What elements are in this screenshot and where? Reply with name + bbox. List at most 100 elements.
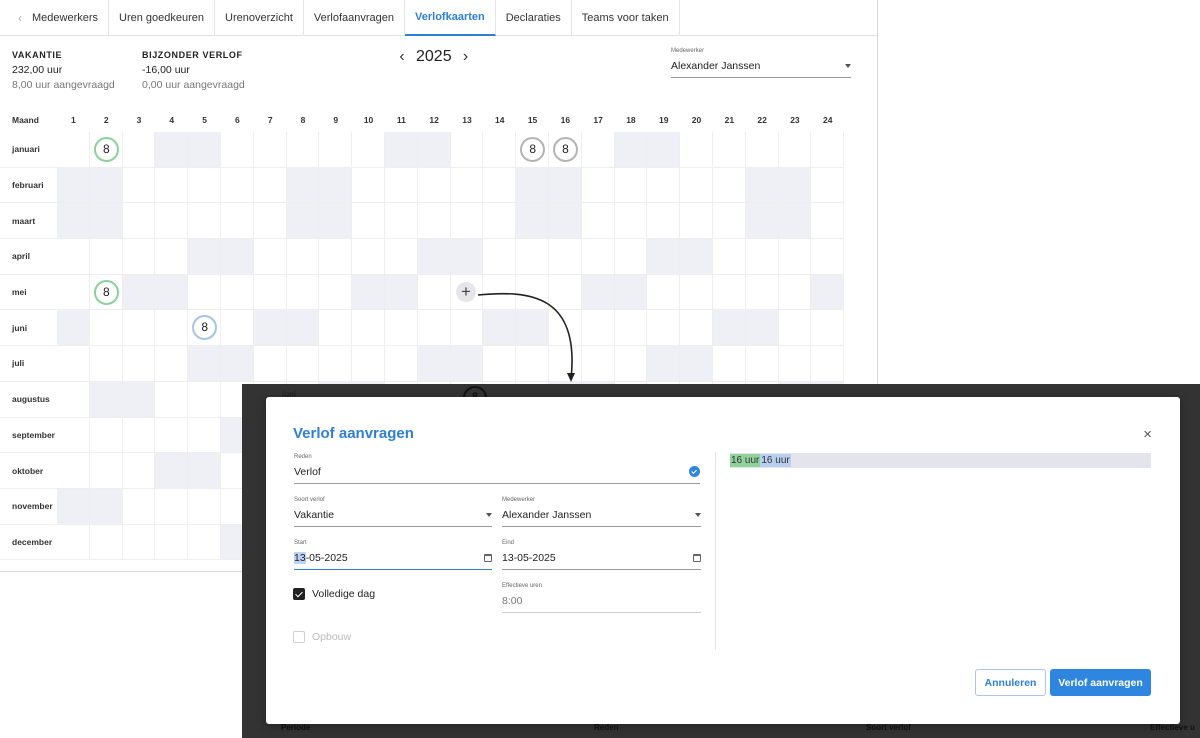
day-cell[interactable]	[778, 167, 812, 204]
day-cell[interactable]	[155, 167, 189, 204]
day-cell[interactable]	[89, 453, 123, 489]
day-cell[interactable]	[122, 346, 156, 382]
leave-entry-badge[interactable]: 8	[192, 315, 218, 341]
day-cell[interactable]	[155, 381, 189, 418]
day-cell[interactable]	[319, 167, 353, 204]
employee-select[interactable]: Alexander Janssen	[502, 508, 701, 527]
day-cell[interactable]	[220, 274, 254, 311]
day-cell[interactable]	[122, 167, 156, 204]
day-cell[interactable]	[614, 310, 648, 347]
day-cell[interactable]	[57, 274, 90, 311]
employee-filter[interactable]: Medewerker Alexander Janssen	[671, 48, 851, 78]
day-cell[interactable]	[680, 132, 713, 168]
leave-entry-badge[interactable]: 8	[552, 137, 578, 162]
day-cell[interactable]	[745, 274, 779, 311]
day-cell[interactable]	[548, 203, 582, 240]
day-cell[interactable]	[647, 167, 681, 204]
day-cell[interactable]	[352, 310, 385, 347]
day-cell[interactable]	[122, 488, 156, 525]
day-cell[interactable]	[811, 310, 845, 347]
leave-entry-badge[interactable]: 8	[93, 279, 119, 305]
day-cell[interactable]	[319, 203, 353, 240]
day-cell[interactable]	[712, 239, 746, 275]
day-cell[interactable]	[712, 274, 746, 311]
day-cell[interactable]	[122, 381, 156, 418]
day-cell[interactable]	[253, 274, 287, 311]
day-cell[interactable]	[57, 417, 90, 454]
day-cell[interactable]	[57, 381, 90, 418]
day-cell[interactable]	[220, 310, 254, 347]
day-cell[interactable]	[647, 203, 681, 240]
tab-verlofaanvragen[interactable]: Verlofaanvragen	[304, 0, 406, 36]
day-cell[interactable]	[57, 524, 90, 561]
day-cell[interactable]	[352, 203, 385, 240]
day-cell[interactable]	[417, 274, 451, 311]
day-cell[interactable]	[57, 132, 90, 168]
leave-type-select[interactable]: Vakantie	[294, 508, 492, 527]
day-cell[interactable]	[155, 310, 189, 347]
day-cell[interactable]	[155, 274, 189, 311]
day-cell[interactable]	[647, 274, 681, 311]
day-cell[interactable]: 8	[188, 310, 221, 347]
day-cell[interactable]	[614, 274, 648, 311]
day-cell[interactable]	[384, 203, 418, 240]
day-cell[interactable]	[680, 274, 713, 311]
day-cell[interactable]: 8	[89, 274, 123, 311]
day-cell[interactable]	[712, 132, 746, 168]
day-cell[interactable]	[680, 310, 713, 347]
day-cell[interactable]	[581, 132, 615, 168]
day-cell[interactable]	[89, 524, 123, 561]
day-cell[interactable]	[89, 381, 123, 418]
day-cell[interactable]	[319, 274, 353, 311]
day-cell[interactable]	[286, 167, 320, 204]
day-cell[interactable]	[286, 274, 320, 311]
day-cell[interactable]	[286, 239, 320, 275]
day-cell[interactable]	[680, 239, 713, 275]
day-cell[interactable]	[89, 203, 123, 240]
day-cell[interactable]	[745, 132, 779, 168]
day-cell[interactable]	[188, 453, 221, 489]
day-cell[interactable]	[253, 239, 287, 275]
day-cell[interactable]	[778, 274, 812, 311]
day-cell[interactable]	[417, 346, 451, 382]
day-cell[interactable]	[89, 167, 123, 204]
day-cell[interactable]	[778, 239, 812, 275]
day-cell[interactable]	[450, 167, 484, 204]
day-cell[interactable]	[745, 239, 779, 275]
day-cell[interactable]	[450, 239, 484, 275]
day-cell[interactable]	[122, 524, 156, 561]
day-cell[interactable]	[155, 203, 189, 240]
day-cell[interactable]	[188, 417, 221, 454]
day-cell[interactable]	[253, 310, 287, 347]
day-cell[interactable]	[155, 453, 189, 489]
day-cell[interactable]	[811, 167, 845, 204]
day-cell[interactable]	[286, 132, 320, 168]
leave-entry-badge[interactable]: 8	[93, 137, 119, 162]
day-cell[interactable]	[352, 167, 385, 204]
day-cell[interactable]	[712, 346, 746, 382]
day-cell[interactable]	[352, 239, 385, 275]
day-cell[interactable]	[89, 310, 123, 347]
day-cell[interactable]	[57, 203, 90, 240]
day-cell[interactable]	[319, 310, 353, 347]
close-icon[interactable]: ×	[1143, 427, 1152, 442]
day-cell[interactable]	[188, 274, 221, 311]
day-cell[interactable]	[811, 132, 845, 168]
day-cell[interactable]	[188, 381, 221, 418]
day-cell[interactable]	[384, 310, 418, 347]
day-cell[interactable]	[122, 453, 156, 489]
day-cell[interactable]	[155, 417, 189, 454]
day-cell[interactable]	[57, 310, 90, 347]
day-cell[interactable]	[483, 203, 517, 240]
day-cell[interactable]	[745, 203, 779, 240]
day-cell[interactable]	[614, 203, 648, 240]
day-cell[interactable]	[581, 167, 615, 204]
day-cell[interactable]	[450, 132, 484, 168]
day-cell[interactable]	[57, 453, 90, 489]
day-cell[interactable]	[745, 167, 779, 204]
chevron-left-icon[interactable]: ‹	[0, 0, 22, 36]
day-cell[interactable]	[647, 239, 681, 275]
day-cell[interactable]	[483, 132, 517, 168]
day-cell[interactable]	[319, 346, 353, 382]
day-cell[interactable]	[581, 203, 615, 240]
